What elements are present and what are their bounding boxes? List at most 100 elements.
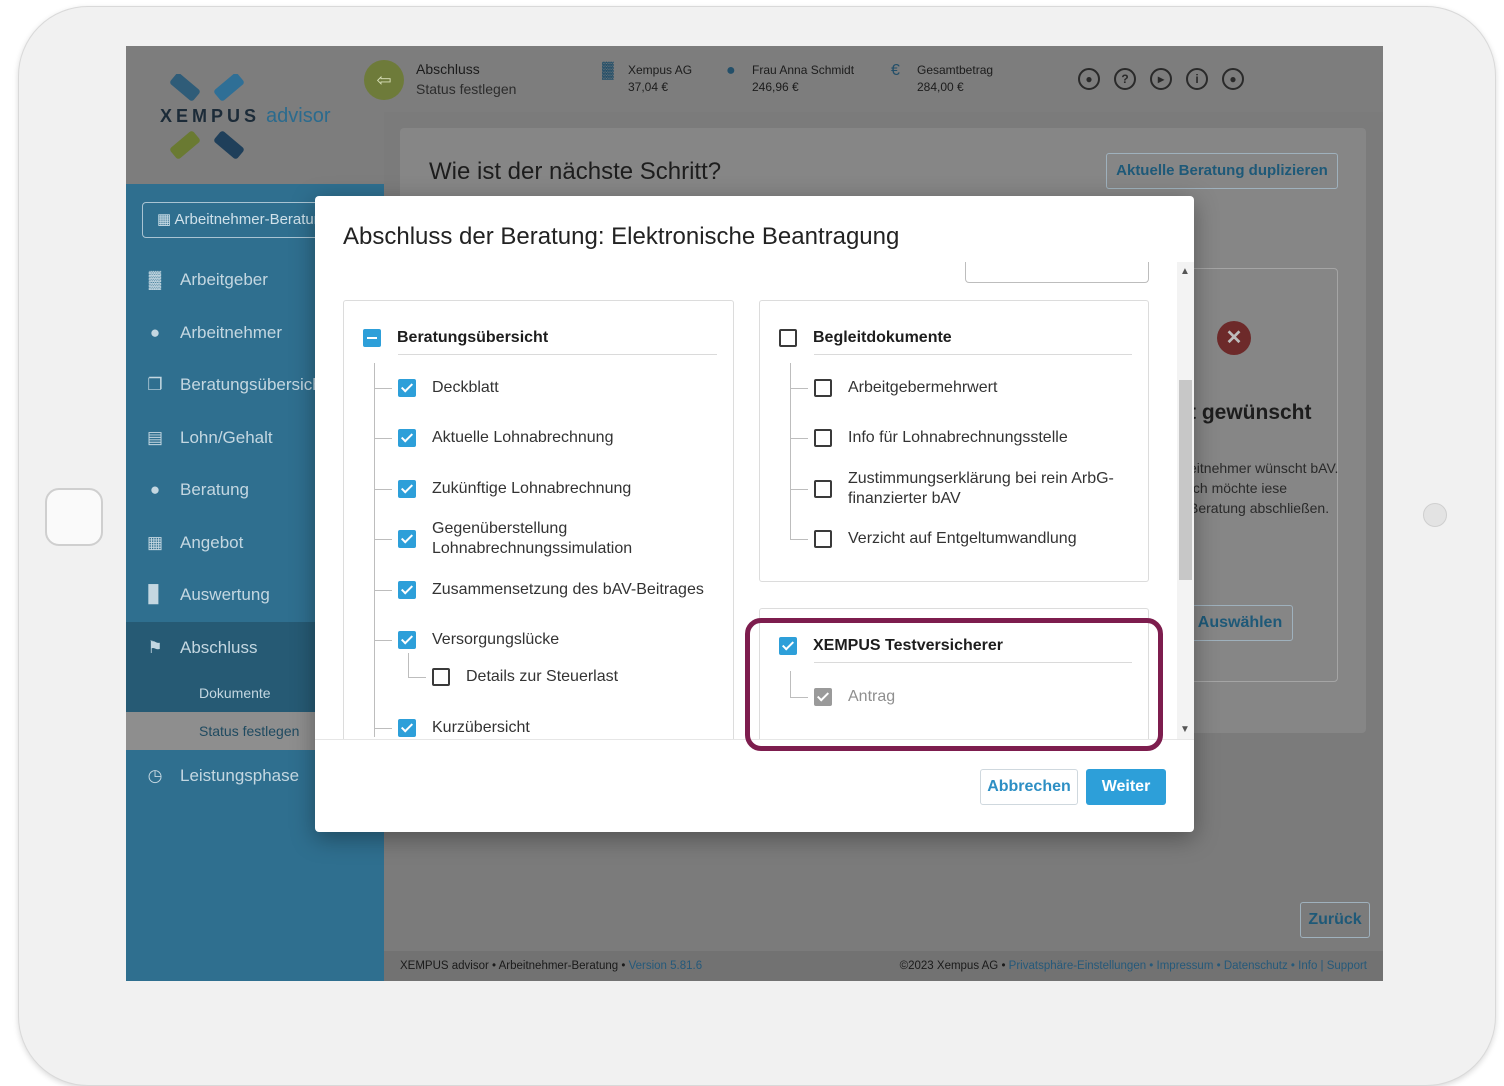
top-header: Abschluss Status festlegen ▓ Xempus AG 3… <box>384 46 1383 112</box>
checkbox-checked[interactable] <box>398 631 416 649</box>
checkbox-unchecked[interactable] <box>432 668 450 686</box>
sidebar-item-label: Leistungsphase <box>180 766 300 786</box>
checkbox-item-deckblatt[interactable]: Deckblatt <box>398 378 499 398</box>
tree-connector <box>790 697 808 698</box>
checkbox-item-zukuenftige-lohnabrechnung[interactable]: Zukünftige Lohnabrechnung <box>398 479 631 499</box>
sidebar-item-label: Angebot <box>180 532 244 552</box>
info-icon[interactable]: i <box>1186 68 1208 90</box>
tree-connector <box>374 438 392 439</box>
account-icon[interactable]: ● <box>1222 68 1244 90</box>
footer-right: ©2023 Xempus AG • Privatsphäre-Einstellu… <box>900 951 1367 981</box>
sidebar-item-label: Arbeitnehmer <box>180 322 283 342</box>
next-button[interactable]: Weiter <box>1086 769 1166 805</box>
footer-links[interactable]: Privatsphäre-Einstellungen • Impressum •… <box>1009 960 1367 972</box>
tree-connector <box>790 539 808 540</box>
checkbox-checked[interactable] <box>779 637 797 655</box>
sidebar-item-label: Beratungsübersicht <box>180 375 327 395</box>
checkbox-unchecked[interactable] <box>814 480 832 498</box>
bar-chart-icon: ▊ <box>148 585 162 605</box>
checkbox-label: Verzicht auf Entgeltumwandlung <box>848 530 1077 547</box>
duplicate-consultation-button[interactable]: Aktuelle Beratung duplizieren <box>1106 153 1338 189</box>
checkbox-item-details-steuerlast[interactable]: Details zur Steuerlast <box>432 667 618 687</box>
person-icon: ● <box>149 322 161 342</box>
checkbox-checked[interactable] <box>398 581 416 599</box>
checkbox-unchecked[interactable] <box>814 379 832 397</box>
header-employer-amount: ▓ Xempus AG 37,04 € <box>602 62 693 96</box>
checkbox-checked-disabled <box>814 688 832 706</box>
checkbox-item-versorgungsluecke[interactable]: Versorgungslücke <box>398 630 559 650</box>
factory-icon: ▓ <box>148 270 162 290</box>
header-block-value: 37,04 € <box>628 80 669 94</box>
checkbox-item-aktuelle-lohnabrechnung[interactable]: Aktuelle Lohnabrechnung <box>398 428 613 448</box>
checkbox-item-arbeitgebermehrwert[interactable]: Arbeitgebermehrwert <box>814 378 997 398</box>
tree-connector <box>374 590 392 591</box>
tree-connector <box>374 489 392 490</box>
grid-icon: ▦ <box>157 211 172 228</box>
checkbox-item-kurzuebersicht[interactable]: Kurzübersicht <box>398 718 530 738</box>
checkbox-item-info-lohnabrechnungsstelle[interactable]: Info für Lohnabrechnungsstelle <box>814 428 1068 448</box>
checkbox-label: Kurzübersicht <box>432 719 530 736</box>
euro-icon: € <box>891 62 900 79</box>
chevron-down-icon[interactable]: ▼ <box>1180 724 1190 735</box>
checkbox-item-zusammensetzung[interactable]: Zusammensetzung des bAV-Beitrages <box>398 580 704 600</box>
checkbox-unchecked[interactable] <box>814 429 832 447</box>
tree-connector <box>790 671 791 697</box>
calculator-icon: ▦ <box>146 532 164 552</box>
tree-connector <box>374 539 392 540</box>
checkbox-checked[interactable] <box>398 480 416 498</box>
bell-icon[interactable]: ● <box>1078 68 1100 90</box>
divider <box>814 662 1132 663</box>
close-circle-icon: ✕ <box>1217 321 1251 355</box>
checkbox-item-zustimmungserklaerung[interactable]: Zustimmungserklärung bei rein ArbG-finan… <box>814 469 1134 509</box>
checkbox-label: Zukünftige Lohnabrechnung <box>432 480 632 497</box>
panel-title: Beratungsübersicht <box>397 329 549 346</box>
checkbox-unchecked[interactable] <box>814 530 832 548</box>
panel-header[interactable]: Beratungsübersicht <box>363 323 548 353</box>
panel-header[interactable]: XEMPUS Testversicherer <box>779 631 1003 661</box>
tablet-camera <box>1423 503 1447 527</box>
scrollbar-thumb[interactable] <box>1179 380 1192 580</box>
checkbox-checked[interactable] <box>398 719 416 737</box>
dialog-title: Abschluss der Beratung: Elektronische Be… <box>343 223 900 250</box>
tree-connector <box>374 728 392 729</box>
play-icon[interactable]: ▸ <box>1150 68 1172 90</box>
back-button[interactable]: Zurück <box>1300 902 1370 938</box>
checkbox-label: Zustimmungserklärung bei rein ArbG-finan… <box>848 470 1114 507</box>
footer-left: XEMPUS advisor • Arbeitnehmer-Beratung •… <box>400 951 702 981</box>
checkbox-checked[interactable] <box>398 379 416 397</box>
arrow-left-icon: ⇦ <box>376 70 392 90</box>
checkbox-item-verzicht-entgeltumwandlung[interactable]: Verzicht auf Entgeltumwandlung <box>814 529 1077 549</box>
checkbox-label: Versorgungslücke <box>432 631 560 648</box>
collapse-sidebar-button[interactable]: ⇦ <box>364 60 404 100</box>
cancel-button[interactable]: Abbrechen <box>980 769 1078 805</box>
checkbox-indeterminate[interactable] <box>363 329 381 347</box>
sidebar-item-label: Beratung <box>180 480 249 500</box>
header-subtitle: Status festlegen <box>416 81 517 97</box>
checkbox-item-gegenueberstellung[interactable]: Gegenüberstellung Lohnabrechnungssimulat… <box>398 519 698 559</box>
select-option-button[interactable]: Auswählen <box>1187 605 1293 641</box>
tree-connector <box>374 640 392 641</box>
dialog-scrollbar[interactable]: ▲ ▼ <box>1177 262 1194 739</box>
checkbox-unchecked[interactable] <box>779 329 797 347</box>
divider <box>814 354 1132 355</box>
header-block-label: Xempus AG <box>628 63 693 77</box>
help-icon[interactable]: ? <box>1114 68 1136 90</box>
checkbox-label: Aktuelle Lohnabrechnung <box>432 429 614 446</box>
checkbox-checked[interactable] <box>398 429 416 447</box>
footer-version-link[interactable]: Version 5.81.6 <box>629 960 703 972</box>
checkbox-label: Details zur Steuerlast <box>466 668 619 685</box>
panel-xempus-testversicherer: XEMPUS Testversicherer Antrag <box>759 608 1149 739</box>
partial-input-field[interactable] <box>965 262 1149 283</box>
checkbox-label: Info für Lohnabrechnungsstelle <box>848 429 1068 446</box>
footer: XEMPUS advisor • Arbeitnehmer-Beratung •… <box>384 951 1383 981</box>
chevron-up-icon[interactable]: ▲ <box>1180 266 1190 277</box>
header-block-value: 246,96 € <box>752 80 799 94</box>
checkbox-item-antrag: Antrag <box>814 687 895 707</box>
person-icon: ● <box>726 62 736 79</box>
dialog-footer: Abbrechen Weiter <box>315 739 1194 832</box>
panel-header[interactable]: Begleitdokumente <box>779 323 952 353</box>
checkbox-checked[interactable] <box>398 530 416 548</box>
checkbox-label: Antrag <box>848 688 896 705</box>
document-icon: ▤ <box>146 427 164 447</box>
factory-icon: ▓ <box>602 62 614 79</box>
